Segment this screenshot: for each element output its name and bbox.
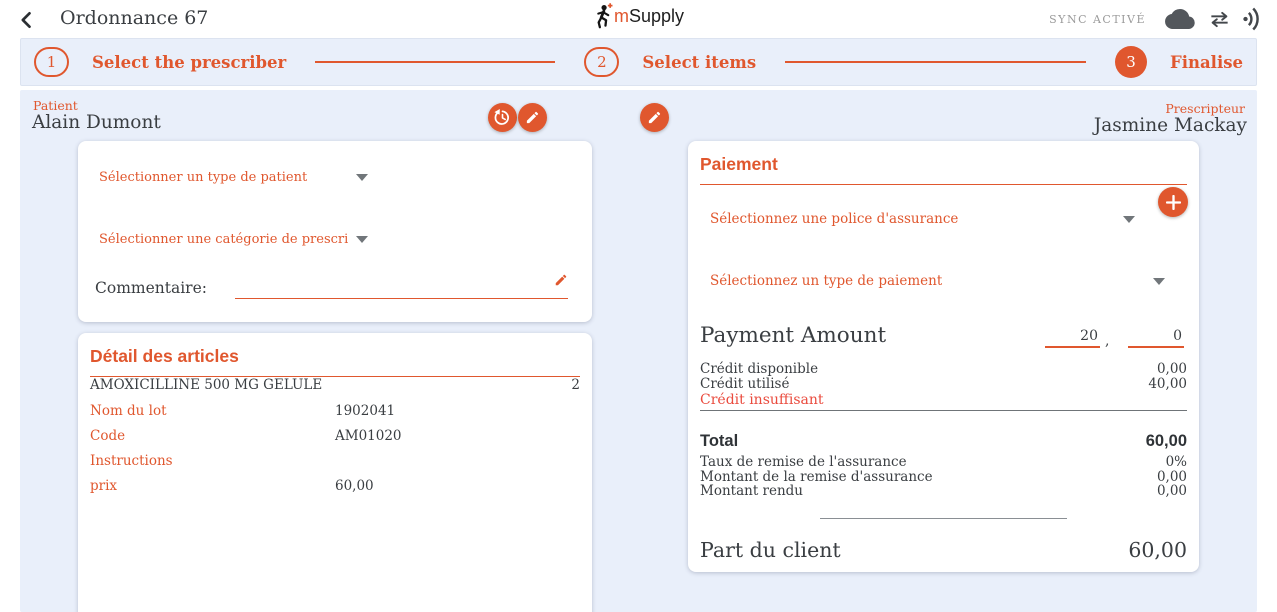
prescriber-category-placeholder: Sélectionner une catégorie de prescri.. xyxy=(99,232,348,247)
prescription-finalise-page: Ordonnance 67 mSupply SYNC ACTIVÉ xyxy=(0,0,1277,612)
step-1-label: Select the prescriber xyxy=(92,53,286,72)
credit-available-value: 0,00 xyxy=(1157,361,1187,377)
history-icon xyxy=(493,108,512,127)
client-share-row: Part du client 60,00 xyxy=(700,538,1187,562)
item-details-card: Détail des articles AMOXICILLINE 500 MG … xyxy=(78,333,592,612)
item-quantity: 2 xyxy=(571,377,580,393)
step-1-badge: 1 xyxy=(34,47,69,77)
prescriber-name: Jasmine Mackay xyxy=(1094,115,1247,136)
credit-used-value: 40,00 xyxy=(1148,376,1187,392)
payment-type-select[interactable]: Sélectionnez un type de paiement xyxy=(710,272,1165,290)
change-input-underline[interactable] xyxy=(820,518,1067,519)
step-connector-line xyxy=(315,61,555,63)
patient-name: Alain Dumont xyxy=(32,112,161,133)
payment-title: Paiement xyxy=(700,154,1187,185)
logo-text: mSupply xyxy=(614,6,684,27)
payment-amount-label: Payment Amount xyxy=(700,323,886,348)
runner-logo-icon xyxy=(593,3,613,30)
step-2-badge: 2 xyxy=(584,47,619,77)
total-value: 60,00 xyxy=(1146,432,1187,451)
payment-amount-decimal-input[interactable] xyxy=(1128,325,1184,348)
credit-insufficient-warning: Crédit insuffisant xyxy=(700,392,824,408)
code-value: AM01020 xyxy=(335,428,402,444)
code-row: Code AM01020 xyxy=(90,428,580,444)
payment-card: Paiement Sélectionnez une police d'assur… xyxy=(688,141,1199,572)
edit-prescriber-button[interactable] xyxy=(640,103,669,132)
item-row: AMOXICILLINE 500 MG GELULE 2 xyxy=(90,377,580,393)
payment-amount-integer-input[interactable] xyxy=(1045,325,1100,348)
wizard-steps-bar: 1 Select the prescriber 2 Select items 3… xyxy=(20,38,1257,86)
step-select-prescriber[interactable]: 1 Select the prescriber xyxy=(34,47,286,77)
step-2-label: Select items xyxy=(642,53,756,72)
back-button[interactable] xyxy=(14,7,40,33)
sync-status-label: SYNC ACTIVÉ xyxy=(1049,13,1146,26)
step-3-label: Finalise xyxy=(1170,53,1243,72)
comment-input[interactable] xyxy=(235,279,568,299)
client-share-value: 60,00 xyxy=(1128,538,1187,562)
change-returned-label: Montant rendu xyxy=(700,483,803,499)
credit-used-row: Crédit utilisé 40,00 xyxy=(700,376,1187,392)
prescriber-category-select[interactable]: Sélectionner une catégorie de prescri.. xyxy=(99,230,368,248)
pencil-icon xyxy=(647,110,662,125)
insurance-policy-placeholder: Sélectionnez une police d'assurance xyxy=(710,211,958,227)
insurance-policy-select[interactable]: Sélectionnez une police d'assurance xyxy=(710,210,1135,228)
batch-value: 1902041 xyxy=(335,403,395,419)
app-header: Ordonnance 67 mSupply SYNC ACTIVÉ xyxy=(0,0,1277,38)
patient-type-placeholder: Sélectionner un type de patient xyxy=(99,170,307,185)
back-chevron-icon xyxy=(17,10,37,30)
insurance-discount-rate-row: Taux de remise de l'assurance 0% xyxy=(700,454,1187,470)
step-3-badge: 3 xyxy=(1115,46,1147,78)
cloud-icon[interactable] xyxy=(1165,9,1195,29)
patient-label: Patient xyxy=(33,98,78,113)
patient-form-card: Sélectionner un type de patient Sélectio… xyxy=(78,141,592,322)
add-insurance-button[interactable] xyxy=(1158,187,1188,217)
patient-type-select[interactable]: Sélectionner un type de patient xyxy=(99,168,368,186)
step-connector-line xyxy=(785,61,1086,63)
logo-m: m xyxy=(614,6,629,26)
edit-comment-pencil-icon[interactable] xyxy=(554,273,568,287)
total-label: Total xyxy=(700,432,738,451)
code-label: Code xyxy=(90,428,125,444)
insurance-discount-rate-value: 0% xyxy=(1166,454,1187,470)
step-finalise[interactable]: 3 Finalise xyxy=(1115,46,1243,78)
client-share-label: Part du client xyxy=(700,538,841,562)
chevron-down-icon xyxy=(356,174,368,181)
divider xyxy=(700,410,1187,411)
instructions-label: Instructions xyxy=(90,453,173,469)
pencil-icon xyxy=(525,110,540,125)
prescriber-label: Prescripteur xyxy=(1165,101,1245,116)
credit-available-label: Crédit disponible xyxy=(700,361,818,377)
item-name: AMOXICILLINE 500 MG GELULE xyxy=(90,377,322,393)
payment-type-placeholder: Sélectionnez un type de paiement xyxy=(710,273,942,289)
price-value: 60,00 xyxy=(335,478,374,494)
logo-supply: Supply xyxy=(629,6,684,26)
total-row: Total 60,00 xyxy=(700,432,1187,451)
chevron-down-icon xyxy=(1123,216,1135,223)
batch-row: Nom du lot 1902041 xyxy=(90,403,580,419)
sync-arrows-icon[interactable] xyxy=(1208,11,1231,28)
change-returned-value: 0,00 xyxy=(1157,483,1187,499)
header-status-cluster: SYNC ACTIVÉ xyxy=(1049,0,1264,38)
chevron-down-icon xyxy=(1153,278,1165,285)
comment-label: Commentaire: xyxy=(95,279,207,297)
price-label: prix xyxy=(90,478,117,494)
page-title: Ordonnance 67 xyxy=(60,7,208,29)
chevron-down-icon xyxy=(356,236,368,243)
step-select-items[interactable]: 2 Select items xyxy=(584,47,756,77)
msupply-logo: mSupply xyxy=(593,3,684,30)
plus-icon xyxy=(1166,195,1181,210)
edit-patient-button[interactable] xyxy=(518,103,547,132)
item-details-title: Détail des articles xyxy=(90,346,580,377)
batch-label: Nom du lot xyxy=(90,403,167,419)
price-row: prix 60,00 xyxy=(90,478,580,494)
decimal-separator: , xyxy=(1105,333,1109,349)
credit-available-row: Crédit disponible 0,00 xyxy=(700,361,1187,377)
main-content: Patient Alain Dumont Prescripteur Jasmin… xyxy=(20,90,1257,612)
wifi-signal-icon[interactable] xyxy=(1240,5,1268,33)
insurance-discount-rate-label: Taux de remise de l'assurance xyxy=(700,454,907,470)
instructions-row: Instructions xyxy=(90,453,580,469)
credit-used-label: Crédit utilisé xyxy=(700,376,789,392)
change-returned-row: Montant rendu 0,00 xyxy=(700,483,1187,499)
patient-history-button[interactable] xyxy=(488,103,517,132)
